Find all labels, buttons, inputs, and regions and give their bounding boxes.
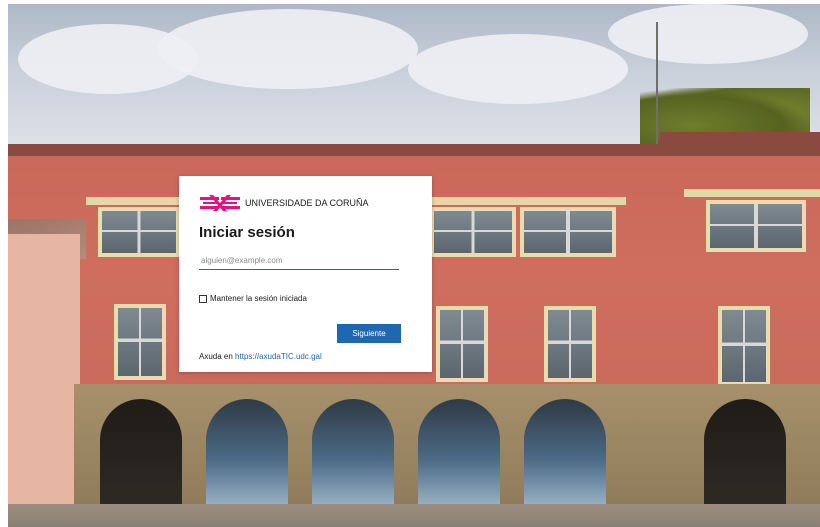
page-title: Iniciar sesión bbox=[199, 224, 295, 241]
cloud bbox=[408, 34, 628, 104]
arch bbox=[524, 399, 606, 509]
ground bbox=[8, 504, 820, 527]
university-name: UNIVERSIDADE DA CORUÑA bbox=[245, 198, 369, 208]
arch bbox=[100, 399, 182, 509]
logo: UNIVERSIDADE DA CORUÑA bbox=[199, 193, 369, 213]
window bbox=[436, 306, 488, 382]
window bbox=[520, 207, 616, 257]
email-field[interactable] bbox=[199, 252, 399, 270]
roof-cornice bbox=[660, 132, 820, 146]
window bbox=[718, 306, 770, 386]
left-wing bbox=[8, 234, 80, 527]
window-ledge bbox=[684, 189, 820, 197]
keep-session-label[interactable]: Mantener la sesión iniciada bbox=[210, 294, 307, 303]
window bbox=[114, 304, 166, 380]
keep-session-row[interactable]: Mantener la sesión iniciada bbox=[199, 294, 307, 303]
arch bbox=[206, 399, 288, 509]
keep-session-checkbox[interactable] bbox=[199, 294, 207, 303]
help-prefix: Axuda en bbox=[199, 352, 233, 361]
window bbox=[98, 207, 180, 257]
next-button[interactable]: Siguiente bbox=[337, 324, 401, 343]
arch bbox=[312, 399, 394, 509]
arch bbox=[704, 399, 786, 509]
cloud bbox=[158, 9, 418, 89]
help-text: Axuda en https://axudaTIC.udc.gal bbox=[199, 352, 322, 361]
arch bbox=[418, 399, 500, 509]
window bbox=[430, 207, 516, 257]
udc-logo-icon bbox=[200, 195, 240, 211]
help-link[interactable]: https://axudaTIC.udc.gal bbox=[235, 352, 322, 361]
login-card: UNIVERSIDADE DA CORUÑA Iniciar sesión Ma… bbox=[179, 176, 432, 372]
login-page: UNIVERSIDADE DA CORUÑA Iniciar sesión Ma… bbox=[0, 0, 820, 527]
window bbox=[544, 306, 596, 382]
window bbox=[706, 200, 806, 252]
cloud bbox=[608, 4, 808, 64]
